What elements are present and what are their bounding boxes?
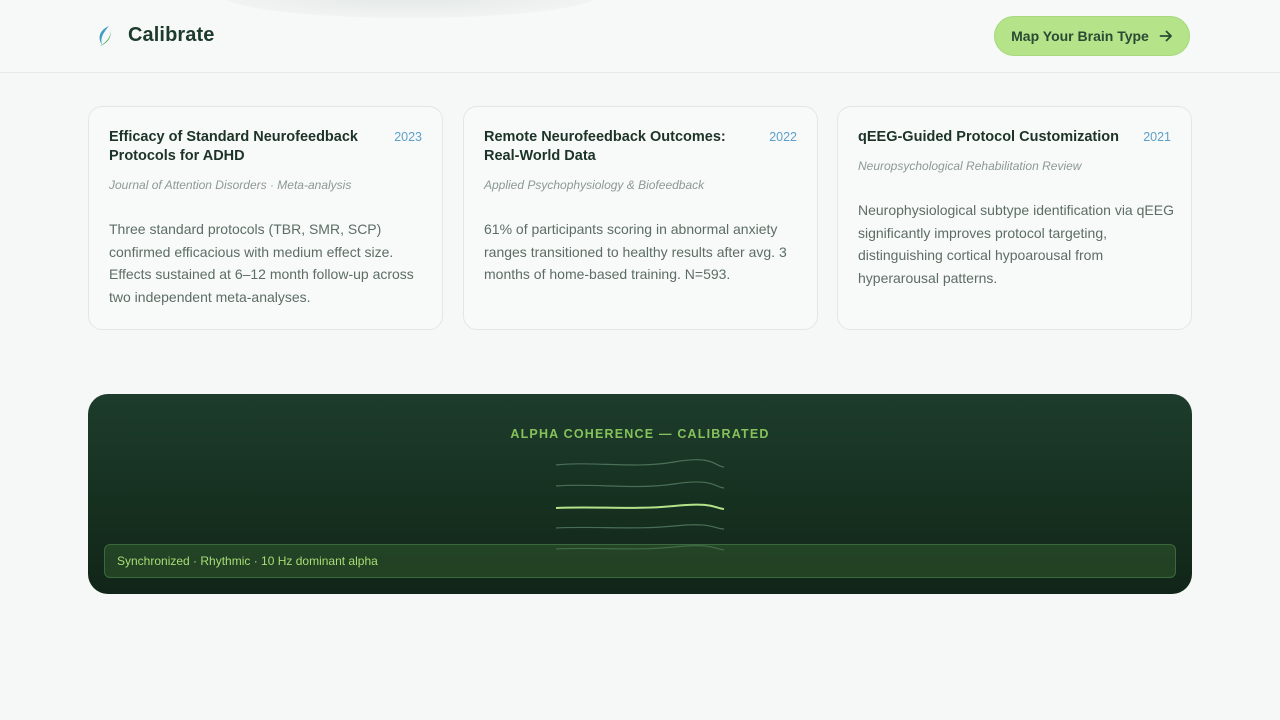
brand-name[interactable]: Calibrate [128,24,215,47]
top-nav: Calibrate Map Your Brain Type [0,0,1280,73]
card-journal: Neuropsychological Rehabilitation Review [858,159,1082,173]
alpha-coherence-panel: ALPHA COHERENCE — CALIBRATED Synchronize… [88,394,1192,594]
card-title: qEEG-Guided Protocol Customization [858,129,1119,145]
research-card[interactable]: Efficacy of Standard Neurofeedback Proto… [88,106,443,330]
cta-label: Map Your Brain Type [1011,28,1149,44]
card-journal: Journal of Attention Disorders · Meta-an… [109,178,352,192]
card-year: 2022 [769,130,797,144]
card-description: Three standard protocols (TBR, SMR, SCP)… [109,221,414,305]
header-glow [220,0,600,18]
arrow-right-icon [1159,30,1172,42]
card-year: 2021 [1143,130,1171,144]
alpha-status-bar: Synchronized · Rhythmic · 10 Hz dominant… [104,544,1176,578]
research-card[interactable]: Remote Neurofeedback Outcomes: Real-Worl… [463,106,818,330]
alpha-panel-title: ALPHA COHERENCE — CALIBRATED [510,427,770,441]
card-description: 61% of participants scoring in abnormal … [484,221,787,283]
map-brain-type-button[interactable]: Map Your Brain Type [994,16,1190,56]
leaf-wave-icon [99,26,111,46]
research-card[interactable]: qEEG-Guided Protocol Customization 2021 … [837,106,1192,330]
card-title: Remote Neurofeedback Outcomes: Real-Worl… [484,129,726,164]
card-description: Neurophysiological subtype identificatio… [858,202,1174,286]
card-year: 2023 [394,130,422,144]
card-journal: Applied Psychophysiology & Biofeedback [484,178,705,192]
alpha-wave-visual [555,459,725,551]
card-title: Efficacy of Standard Neurofeedback Proto… [109,129,358,164]
